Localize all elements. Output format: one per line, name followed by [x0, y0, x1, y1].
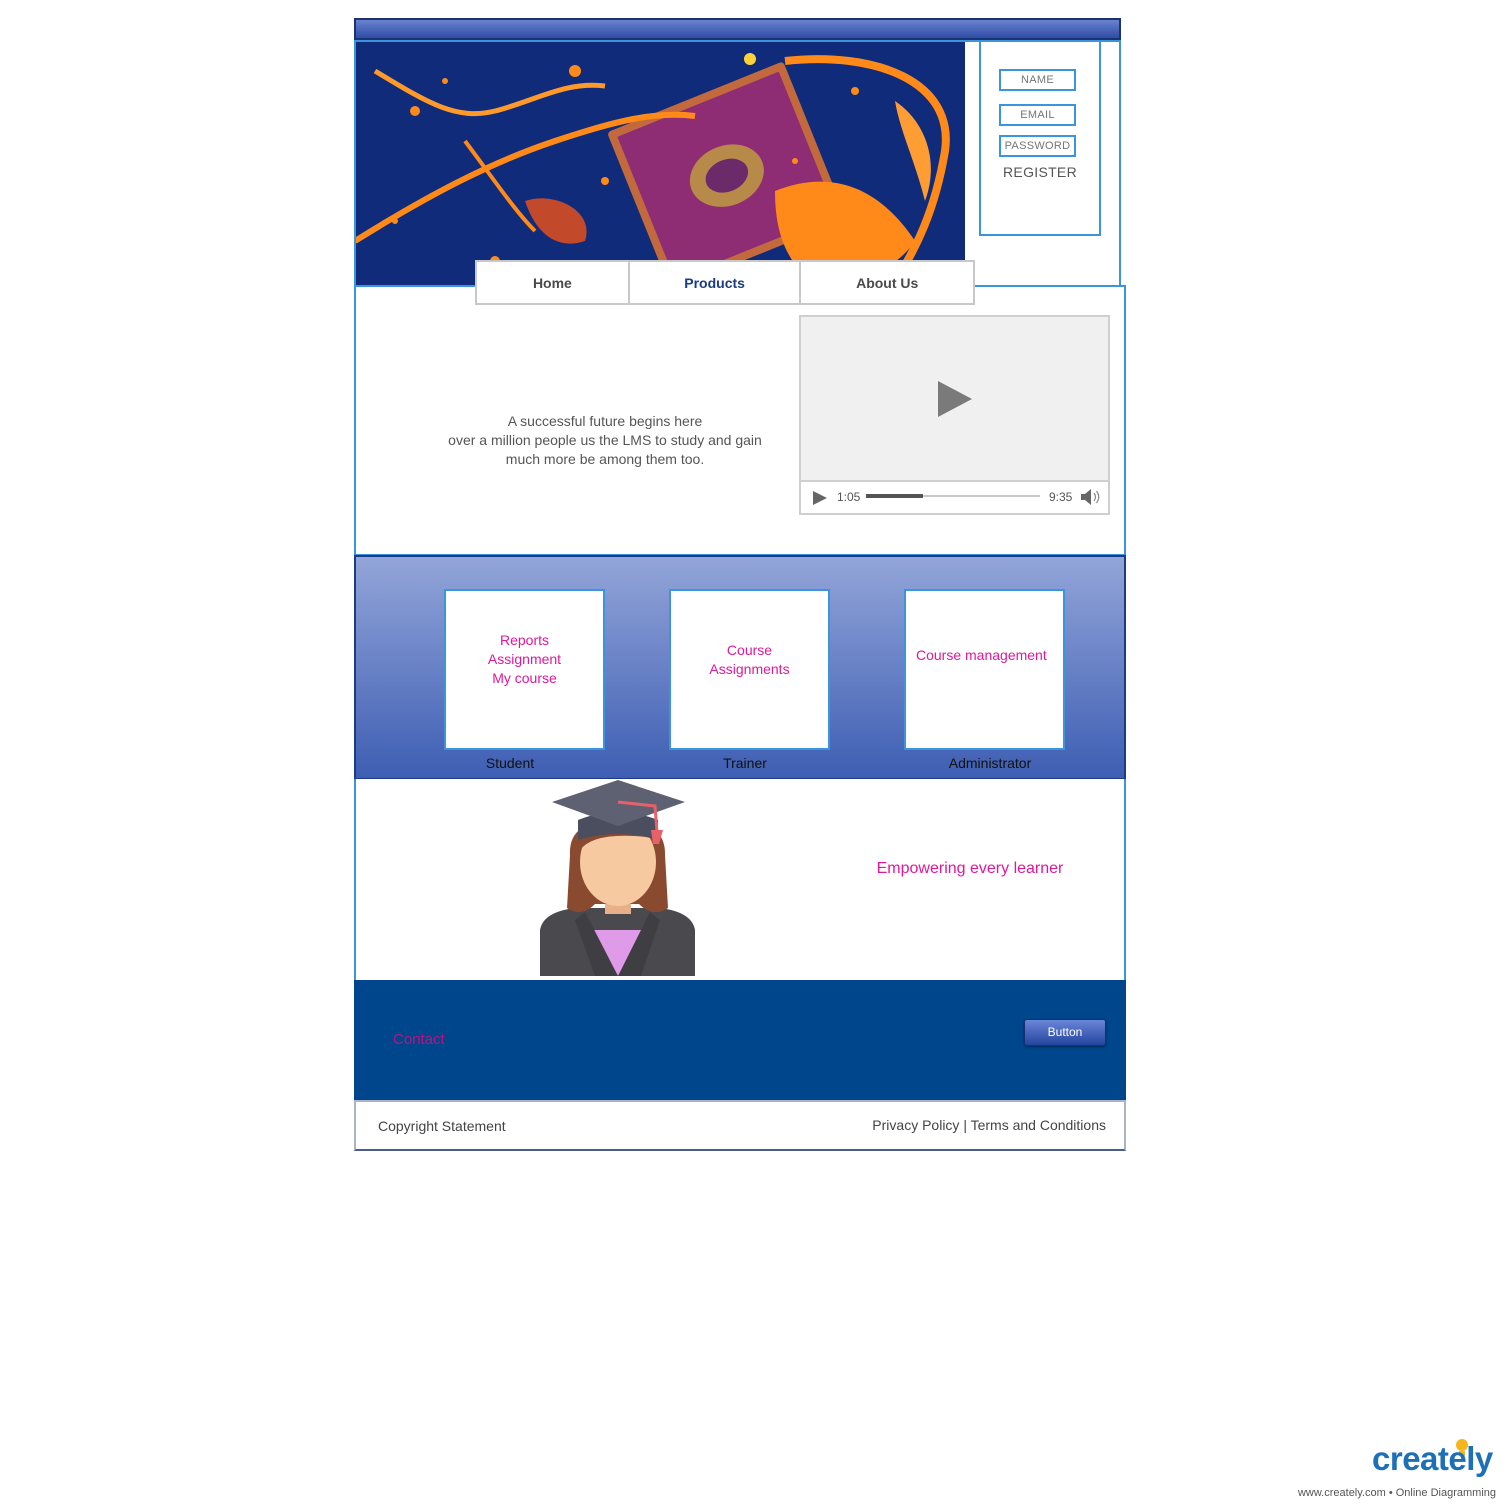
main-nav: Home Products About Us — [475, 260, 975, 305]
student-item[interactable]: Assignment — [446, 650, 603, 669]
nav-products[interactable]: Products — [630, 262, 802, 303]
administrator-label: Administrator — [948, 755, 1032, 771]
nav-about-us[interactable]: About Us — [801, 262, 973, 303]
administrator-card[interactable]: Course management — [904, 589, 1065, 750]
trainer-card[interactable]: Course Assignments — [669, 589, 830, 750]
student-card[interactable]: Reports Assignment My course — [444, 589, 605, 750]
trainer-item[interactable]: Assignments — [671, 660, 828, 679]
learner-section — [354, 779, 1126, 981]
policy-links[interactable]: Privacy Policy | Terms and Conditions — [870, 1117, 1106, 1133]
video-current-time: 1:05 — [837, 490, 861, 504]
big-play-icon[interactable] — [936, 379, 976, 419]
graduate-avatar-illustration — [540, 780, 695, 976]
student-item[interactable]: Reports — [446, 631, 603, 650]
email-field[interactable] — [999, 104, 1076, 126]
top-bar — [354, 18, 1121, 40]
student-item[interactable]: My course — [446, 669, 603, 688]
trainer-label: Trainer — [723, 755, 767, 771]
footer-button[interactable]: Button — [1024, 1019, 1106, 1046]
intro-line-1: A successful future begins here — [507, 413, 703, 429]
student-label: Student — [485, 755, 535, 771]
video-progress-fill — [866, 494, 923, 498]
intro-line-2: over a million people us the LMS to stud… — [448, 432, 762, 448]
name-field[interactable] — [999, 69, 1076, 91]
creately-logo: creately — [1372, 1440, 1493, 1477]
intro-text: A successful future begins here over a m… — [430, 412, 780, 469]
intro-line-3: much more be among them too. — [505, 451, 705, 467]
copyright-statement: Copyright Statement — [378, 1118, 506, 1134]
play-icon[interactable] — [812, 490, 828, 506]
register-button[interactable]: REGISTER — [979, 164, 1101, 180]
administrator-item[interactable]: Course management — [916, 646, 1063, 665]
volume-icon[interactable] — [1080, 488, 1104, 506]
video-duration: 9:35 — [1049, 490, 1073, 504]
tagline: Empowering every learner — [876, 860, 1064, 877]
nav-home[interactable]: Home — [477, 262, 630, 303]
contact-link[interactable]: Contact — [393, 1031, 445, 1048]
trainer-item[interactable]: Course — [671, 641, 828, 660]
contact-section — [354, 980, 1126, 1101]
password-field[interactable] — [999, 135, 1076, 157]
creately-subtitle: www.creately.com • Online Diagramming — [1297, 1487, 1496, 1499]
